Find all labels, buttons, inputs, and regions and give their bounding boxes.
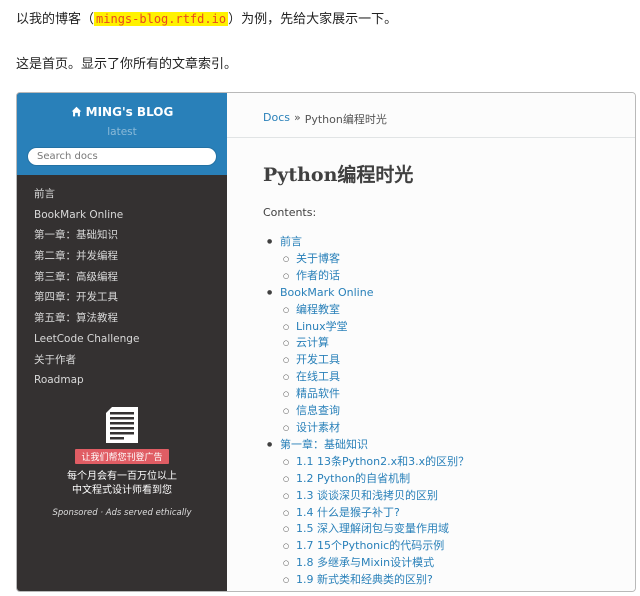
breadcrumb-divider bbox=[227, 137, 635, 138]
ad-sponsor[interactable]: Sponsored · Ads served ethically bbox=[17, 508, 227, 518]
sidebar-item[interactable]: 第一章：基础知识 bbox=[17, 225, 227, 246]
toc-sublink[interactable]: 1.5 深入理解闭包与变量作用域 bbox=[280, 521, 635, 538]
document-icon bbox=[106, 407, 138, 443]
screenshot-frame: MING's BLOG latest 前言BookMark Online第一章：… bbox=[16, 92, 636, 592]
sidebar-item[interactable]: 第三章：高级编程 bbox=[17, 267, 227, 288]
breadcrumb-docs-link[interactable]: Docs bbox=[263, 111, 290, 127]
toc-section: BookMark Online 编程教室Linux学堂云计算开发工具在线工具精品软… bbox=[263, 285, 635, 437]
table-of-contents: 前言关于博客作者的话BookMark Online 编程教室Linux学堂云计算开… bbox=[263, 234, 635, 589]
toc-sublink[interactable]: Linux学堂 bbox=[280, 319, 635, 336]
contents-label: Contents: bbox=[263, 206, 317, 219]
article-text: 以我的博客（ bbox=[16, 12, 95, 27]
ad-text-line: 中文程式设计师看到您 bbox=[72, 485, 172, 496]
version-label: latest bbox=[107, 126, 137, 138]
sidebar-item[interactable]: LeetCode Challenge bbox=[17, 329, 227, 350]
toc-link[interactable]: 前言 bbox=[280, 235, 302, 248]
toc-section: 前言关于博客作者的话 bbox=[263, 234, 635, 285]
page-title: Python编程时光 bbox=[263, 164, 414, 186]
toc-sublink[interactable]: 设计素材 bbox=[280, 420, 635, 437]
toc-section: 第一章：基础知识 1.1 13条Python2.x和3.x的区别？1.2 Pyth… bbox=[263, 437, 635, 589]
sidebar-item[interactable]: 前言 bbox=[17, 184, 227, 205]
breadcrumb-separator: » bbox=[293, 111, 301, 124]
breadcrumb-current: Python编程时光 bbox=[304, 113, 387, 126]
home-icon bbox=[71, 106, 81, 117]
sidebar-item[interactable]: 第二章：并发编程 bbox=[17, 246, 227, 267]
sidebar: MING's BLOG latest 前言BookMark Online第一章：… bbox=[17, 93, 227, 591]
toc-link[interactable]: 第一章：基础知识 bbox=[280, 438, 368, 451]
toc-sublist: 关于博客作者的话 bbox=[280, 251, 635, 285]
article-text: ）为例，先给大家展示一下。 bbox=[228, 12, 398, 27]
ad-text: 每个月会有一百万位以上 中文程式设计师看到您 bbox=[17, 470, 227, 498]
toc-sublink[interactable]: 关于博客 bbox=[280, 251, 635, 268]
brand-link[interactable]: MING's BLOG bbox=[71, 104, 174, 119]
search-input[interactable] bbox=[27, 147, 217, 166]
toc-sublink[interactable]: 开发工具 bbox=[280, 352, 635, 369]
toc-sublink[interactable]: 云计算 bbox=[280, 335, 635, 352]
sidebar-item[interactable]: 第四章：开发工具 bbox=[17, 287, 227, 308]
toc-sublink[interactable]: 1.9 新式类和经典类的区别? bbox=[280, 572, 635, 589]
toc-sublink[interactable]: 在线工具 bbox=[280, 369, 635, 386]
toc-sublink[interactable]: 精品软件 bbox=[280, 386, 635, 403]
toc-sublist: 1.1 13条Python2.x和3.x的区别？1.2 Python的自省机制1… bbox=[280, 454, 635, 589]
toc-link[interactable]: BookMark Online bbox=[280, 286, 373, 299]
toc-sublink[interactable]: 1.8 多继承与Mixin设计模式 bbox=[280, 555, 635, 572]
toc-sublink[interactable]: 1.4 什么是猴子补丁? bbox=[280, 505, 635, 522]
sidebar-item[interactable]: 第五章：算法教程 bbox=[17, 308, 227, 329]
article-paragraph-2: 这是首页。显示了你所有的文章索引。 bbox=[16, 57, 238, 72]
sidebar-item[interactable]: BookMark Online bbox=[17, 205, 227, 226]
toc-sublist: 编程教室Linux学堂云计算开发工具在线工具精品软件信息查询设计素材 bbox=[280, 302, 635, 437]
sidebar-nav: 前言 BookMark Online 第一章：基础知识 第二章：并发编程 第三章：高级编… bbox=[17, 184, 227, 391]
toc-sublink[interactable]: 作者的话 bbox=[280, 268, 635, 285]
sidebar-header: MING's BLOG latest bbox=[17, 93, 227, 175]
sidebar-ad[interactable]: 让我们帮您刊登广告 每个月会有一百万位以上 中文程式设计师看到您 Sponsor… bbox=[17, 405, 227, 518]
ad-button[interactable]: 让我们帮您刊登广告 bbox=[75, 449, 169, 464]
breadcrumb: Docs » Python编程时光 bbox=[263, 111, 635, 127]
toc-sublink[interactable]: 1.1 13条Python2.x和3.x的区别？ bbox=[280, 454, 635, 471]
toc-sublink[interactable]: 编程教室 bbox=[280, 302, 635, 319]
main-content: Docs » Python编程时光 Python编程时光 Contents: 前… bbox=[227, 93, 635, 591]
brand-name: MING's BLOG bbox=[85, 104, 174, 119]
blog-url-code: mings-blog.rtfd.io bbox=[94, 12, 229, 26]
toc-sublink[interactable]: 1.7 15个Pythonic的代码示例 bbox=[280, 538, 635, 555]
toc-sublink[interactable]: 1.2 Python的自省机制 bbox=[280, 471, 635, 488]
sidebar-item[interactable]: Roadmap bbox=[17, 370, 227, 391]
toc-sublink[interactable]: 信息查询 bbox=[280, 403, 635, 420]
toc-sublink[interactable]: 1.3 谈谈深贝和浅拷贝的区别 bbox=[280, 488, 635, 505]
sidebar-item[interactable]: 关于作者 bbox=[17, 350, 227, 371]
ad-text-line: 每个月会有一百万位以上 bbox=[67, 471, 177, 482]
article-paragraph-1: 以我的博客（ mings-blog.rtfd.io ）为例，先给大家展示一下。 bbox=[16, 8, 397, 27]
